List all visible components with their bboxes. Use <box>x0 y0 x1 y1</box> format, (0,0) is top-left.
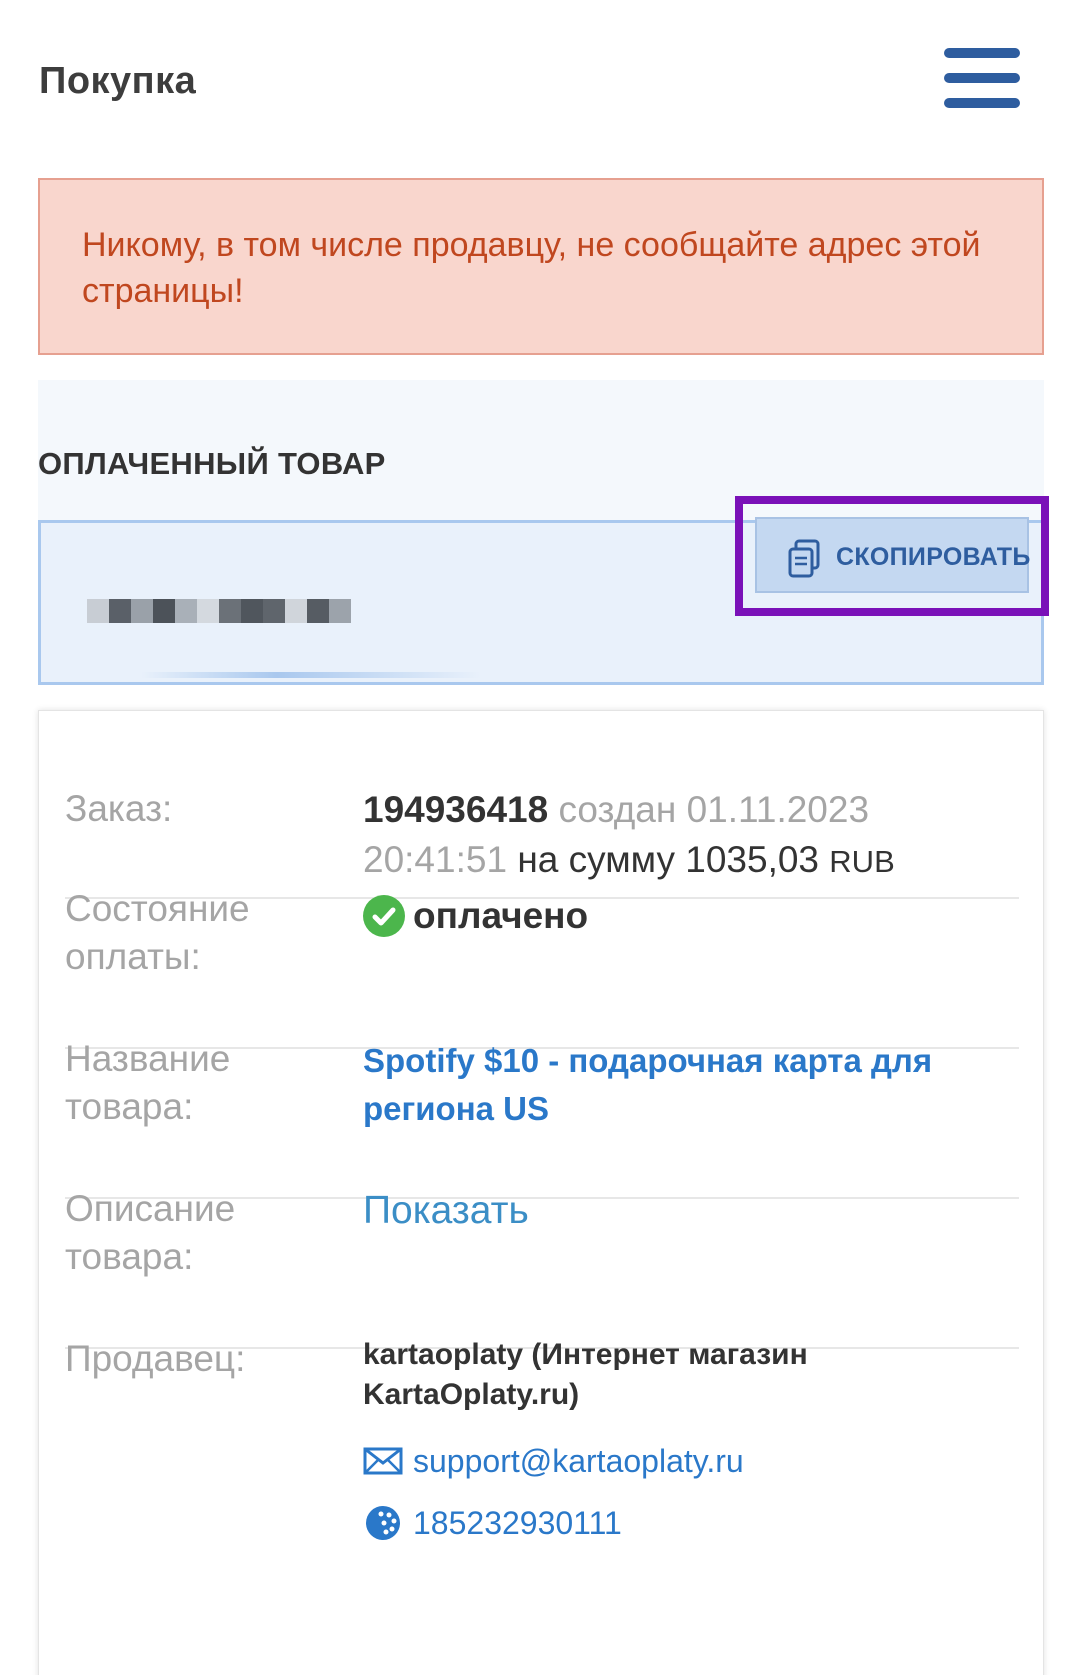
payment-status-row: Состояние оплаты: оплачено <box>65 888 1019 1049</box>
product-description-row: Описание товара: Показать <box>65 1188 1019 1349</box>
warning-text: Никому, в том числе продавцу, не сообщай… <box>82 226 981 310</box>
copy-icon <box>788 539 820 578</box>
blurred-product-code <box>87 599 351 623</box>
seller-row: Продавец: kartaoplaty (Интернет магазин … <box>65 1338 1019 1649</box>
payment-status-value: оплачено <box>363 895 1003 937</box>
seller-email-row: support@kartaoplaty.ru <box>363 1441 1003 1481</box>
order-time: 20:41:51 <box>363 839 508 880</box>
copy-button[interactable]: СКОПИРОВАТЬ <box>755 517 1031 593</box>
payment-status-label: Состояние оплаты: <box>65 888 250 977</box>
envelope-icon <box>363 1447 403 1475</box>
seller-wmid-row: 185232930111 <box>363 1503 1003 1543</box>
product-name-label: Название товара: <box>65 1038 231 1127</box>
seller-email-link[interactable]: support@kartaoplaty.ru <box>413 1443 744 1480</box>
product-name-link[interactable]: Spotify $10 - подарочная карта для регио… <box>363 1037 1003 1133</box>
warning-banner: Никому, в том числе продавцу, не сообщай… <box>38 178 1044 355</box>
box-underline <box>141 672 481 678</box>
product-description-label: Описание товара: <box>65 1188 236 1277</box>
seller-name: kartaoplaty (Интернет магазин KartaOplat… <box>363 1338 808 1411</box>
order-info-card: Заказ: 194936418 создан 01.11.2023 20:41… <box>38 710 1044 1675</box>
order-label: Заказ: <box>65 788 173 829</box>
copy-button-label: СКОПИРОВАТЬ <box>836 543 1031 571</box>
order-row: Заказ: 194936418 создан 01.11.2023 20:41… <box>65 785 1019 899</box>
show-description-link[interactable]: Показать <box>363 1187 1003 1235</box>
header: Покупка <box>0 0 1080 170</box>
check-circle-icon <box>363 895 405 937</box>
webmoney-globe-icon <box>366 1506 400 1540</box>
product-name-row: Название товара: Spotify $10 - подарочна… <box>65 1038 1019 1199</box>
seller-value: kartaoplaty (Интернет магазин KartaOplat… <box>363 1335 1003 1543</box>
payment-status-text: оплачено <box>413 895 589 936</box>
paid-product-title: ОПЛАЧЕННЫЙ ТОВАР <box>38 446 386 481</box>
order-value: 194936418 создан 01.11.2023 20:41:51 на … <box>363 785 1003 887</box>
hamburger-menu-icon[interactable] <box>944 48 1024 108</box>
page-title: Покупка <box>39 60 197 102</box>
order-number: 194936418 <box>363 789 549 830</box>
seller-label: Продавец: <box>65 1338 246 1379</box>
order-created: создан 01.11.2023 <box>558 789 870 830</box>
seller-wmid-link[interactable]: 185232930111 <box>413 1505 622 1542</box>
order-sum: на сумму 1035,03 <box>517 839 820 880</box>
order-currency: RUB <box>829 844 895 879</box>
